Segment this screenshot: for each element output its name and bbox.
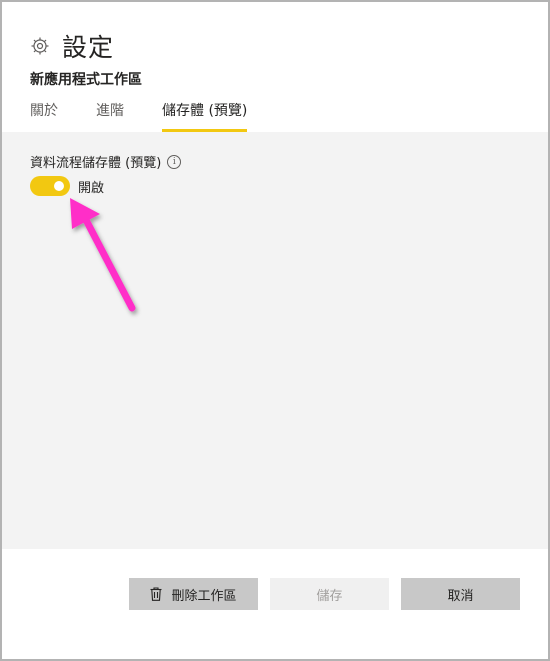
tab-advanced[interactable]: 進階	[96, 100, 124, 132]
title-row: 設定	[30, 28, 114, 64]
delete-workspace-label: 刪除工作區	[171, 588, 237, 604]
storage-tab-content: 資料流程儲存體 (預覽) i 開啟	[2, 132, 548, 549]
tab-storage-preview[interactable]: 儲存體 (預覽)	[162, 100, 248, 132]
save-button[interactable]: 儲存	[270, 578, 389, 610]
panel-footer: 刪除工作區 儲存 取消	[2, 549, 548, 659]
pink-arrow-annotation-icon	[70, 198, 136, 312]
panel-header: 設定 新應用程式工作區 關於 進階 儲存體 (預覽)	[2, 2, 548, 132]
page-title: 設定	[62, 33, 115, 62]
trash-icon	[150, 587, 162, 601]
delete-workspace-button[interactable]: 刪除工作區	[129, 578, 258, 610]
gear-icon	[30, 36, 50, 56]
tab-bar: 關於 進階 儲存體 (預覽)	[30, 100, 285, 132]
workspace-name: 新應用程式工作區	[30, 72, 142, 88]
tab-about[interactable]: 關於	[30, 100, 58, 132]
settings-panel: 設定 新應用程式工作區 關於 進階 儲存體 (預覽) 資料流程儲存體 (預覽) …	[0, 0, 550, 661]
cancel-button[interactable]: 取消	[401, 578, 520, 610]
